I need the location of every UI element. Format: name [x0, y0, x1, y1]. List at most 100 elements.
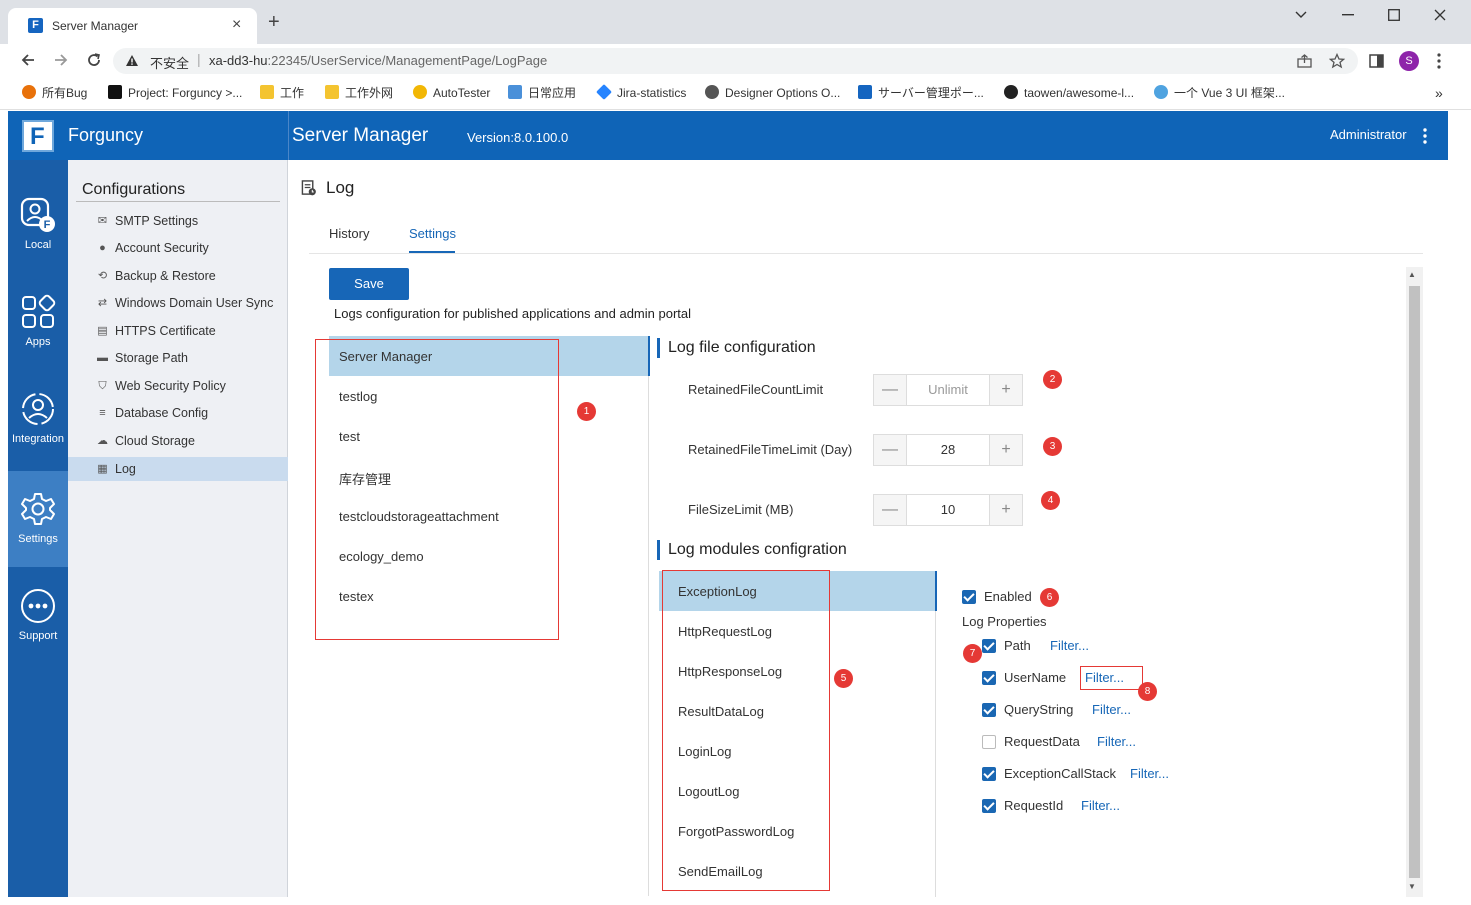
browser-tab[interactable]: F Server Manager ×: [8, 8, 257, 44]
cloud-icon: ☁: [97, 435, 108, 447]
username-checkbox[interactable]: [982, 671, 996, 685]
querystring-checkbox[interactable]: [982, 703, 996, 717]
file-size-limit-stepper[interactable]: — 10 +: [873, 494, 1023, 526]
property-label: QueryString: [1004, 702, 1074, 717]
bookmark-label: サーバー管理ポー...: [878, 86, 984, 100]
increment-button[interactable]: +: [989, 495, 1022, 525]
stepper-value[interactable]: 28: [907, 435, 989, 465]
exceptioncallstack-checkbox[interactable]: [982, 767, 996, 781]
bookmark-label: 工作: [280, 86, 305, 100]
path-filter-link[interactable]: Filter...: [1050, 638, 1089, 653]
save-button[interactable]: Save: [329, 268, 409, 300]
bookmark-item[interactable]: サーバー管理ポー...: [858, 85, 984, 101]
oa-icon: [508, 85, 522, 99]
nav-integration[interactable]: Integration: [8, 371, 68, 467]
bookmark-item[interactable]: 工作外网: [325, 85, 393, 101]
sidebar-item-smtp-settings[interactable]: ✉ SMTP Settings: [68, 209, 288, 233]
sidebar-item-cloud-storage[interactable]: ☁ Cloud Storage: [68, 429, 288, 453]
requestid-filter-link[interactable]: Filter...: [1081, 798, 1120, 813]
window-close-icon[interactable]: [1434, 9, 1446, 21]
integration-icon: [22, 393, 54, 425]
increment-button[interactable]: +: [989, 435, 1022, 465]
configurations-divider: [76, 201, 280, 202]
share-icon[interactable]: [1297, 54, 1312, 68]
bookmark-label: Project: Forguncy >...: [128, 86, 243, 100]
decrement-button[interactable]: —: [874, 375, 907, 405]
retained-file-time-stepper[interactable]: — 28 +: [873, 434, 1023, 466]
bookmarks-overflow-icon[interactable]: »: [1435, 85, 1443, 101]
sidebar-item-https-certificate[interactable]: ▤ HTTPS Certificate: [68, 319, 288, 343]
omnibox[interactable]: 不安全 | xa-dd3-hu:22345/UserService/Manage…: [113, 48, 1358, 74]
stepper-value[interactable]: 10: [907, 495, 989, 525]
tab-search-chevron-icon[interactable]: [1294, 10, 1308, 20]
browser-menu-icon[interactable]: [1437, 53, 1441, 69]
tab-history[interactable]: History: [329, 226, 369, 241]
nav-local[interactable]: F Local: [8, 177, 68, 273]
configurations-sidebar: Configurations ✉ SMTP Settings ● Account S…: [68, 160, 288, 897]
local-user-icon: F: [20, 197, 55, 232]
retained-file-count-stepper[interactable]: — Unlimit +: [873, 374, 1023, 406]
exceptioncallstack-filter-link[interactable]: Filter...: [1130, 766, 1169, 781]
side-panel-icon[interactable]: [1369, 54, 1384, 68]
stepper-value[interactable]: Unlimit: [907, 375, 989, 405]
selected-module-indicator: [935, 571, 937, 611]
new-tab-button[interactable]: +: [268, 12, 280, 32]
maximize-icon[interactable]: [1388, 9, 1400, 21]
user-name[interactable]: Administrator: [1330, 127, 1407, 142]
bookmark-item[interactable]: Jira-statistics: [596, 84, 687, 101]
decrement-button[interactable]: —: [874, 495, 907, 525]
requestdata-checkbox[interactable]: [982, 735, 996, 749]
nav-support[interactable]: Support: [8, 568, 68, 664]
bookmark-item[interactable]: taowen/awesome-l...: [1004, 85, 1134, 101]
annotation-badge: 5: [834, 669, 853, 688]
increment-button[interactable]: +: [989, 375, 1022, 405]
nav-apps[interactable]: Apps: [8, 274, 68, 370]
backup-icon: ⟲: [97, 270, 108, 282]
mail-icon: ✉: [97, 215, 108, 227]
bookmark-item[interactable]: 所有Bug: [22, 85, 87, 101]
tab-settings[interactable]: Settings: [409, 226, 456, 241]
bookmark-item[interactable]: AutoTester: [413, 85, 490, 101]
bookmark-item[interactable]: 日常应用: [508, 85, 576, 101]
scroll-up-arrow-icon[interactable]: ▲: [1408, 270, 1416, 279]
bookmark-star-icon[interactable]: [1329, 53, 1345, 69]
enabled-checkbox[interactable]: [962, 590, 976, 604]
sidebar-item-account-security[interactable]: ● Account Security: [68, 236, 288, 260]
profile-avatar[interactable]: S: [1399, 51, 1419, 71]
sidebar-item-storage-path[interactable]: ▬ Storage Path: [68, 346, 288, 370]
bookmark-item[interactable]: Designer Options O...: [705, 85, 840, 101]
bookmark-item[interactable]: Project: Forguncy >...: [108, 85, 242, 101]
nav-settings[interactable]: Settings: [8, 471, 68, 567]
bookmark-item[interactable]: 一个 Vue 3 UI 框架...: [1154, 85, 1285, 101]
sidebar-item-windows-domain-user-sync[interactable]: ⇄ Windows Domain User Sync: [68, 291, 288, 315]
reload-icon[interactable]: [86, 52, 102, 68]
user-menu-icon[interactable]: [1423, 128, 1427, 144]
page-title: Log: [326, 178, 355, 197]
path-checkbox[interactable]: [982, 639, 996, 653]
scrollbar-thumb[interactable]: [1409, 286, 1420, 878]
main-content: Log History Settings ▲ ▼ Save Logs confi…: [289, 160, 1448, 897]
forward-arrow-icon[interactable]: [53, 52, 69, 68]
annotation-badge: 2: [1043, 370, 1062, 389]
main-nav: F Local Apps Integration Settings Suppor…: [8, 160, 68, 897]
minimize-icon[interactable]: [1342, 14, 1354, 16]
sidebar-item-database-config[interactable]: ≡ Database Config: [68, 401, 288, 425]
tab-close-icon[interactable]: ×: [232, 16, 241, 34]
back-arrow-icon[interactable]: [20, 52, 36, 68]
apps-grid-icon: [22, 294, 56, 328]
sidebar-item-backup-restore[interactable]: ⟲ Backup & Restore: [68, 264, 288, 288]
requestid-checkbox[interactable]: [982, 799, 996, 813]
scroll-down-arrow-icon[interactable]: ▼: [1408, 882, 1416, 891]
requestdata-filter-link[interactable]: Filter...: [1097, 734, 1136, 749]
annotation-box-filter: [1080, 666, 1143, 690]
querystring-filter-link[interactable]: Filter...: [1092, 702, 1131, 717]
annotation-badge: 3: [1043, 437, 1062, 456]
bookmark-label: Jira-statistics: [617, 86, 687, 100]
sidebar-item-label: SMTP Settings: [115, 214, 199, 228]
user-lock-icon: ●: [99, 242, 106, 254]
sidebar-item-log[interactable]: ▦ Log: [68, 457, 288, 481]
decrement-button[interactable]: —: [874, 435, 907, 465]
bookmark-item[interactable]: 工作: [260, 85, 304, 101]
sidebar-item-web-security-policy[interactable]: ⛉ Web Security Policy: [68, 374, 288, 398]
log-page-icon: [301, 180, 316, 196]
